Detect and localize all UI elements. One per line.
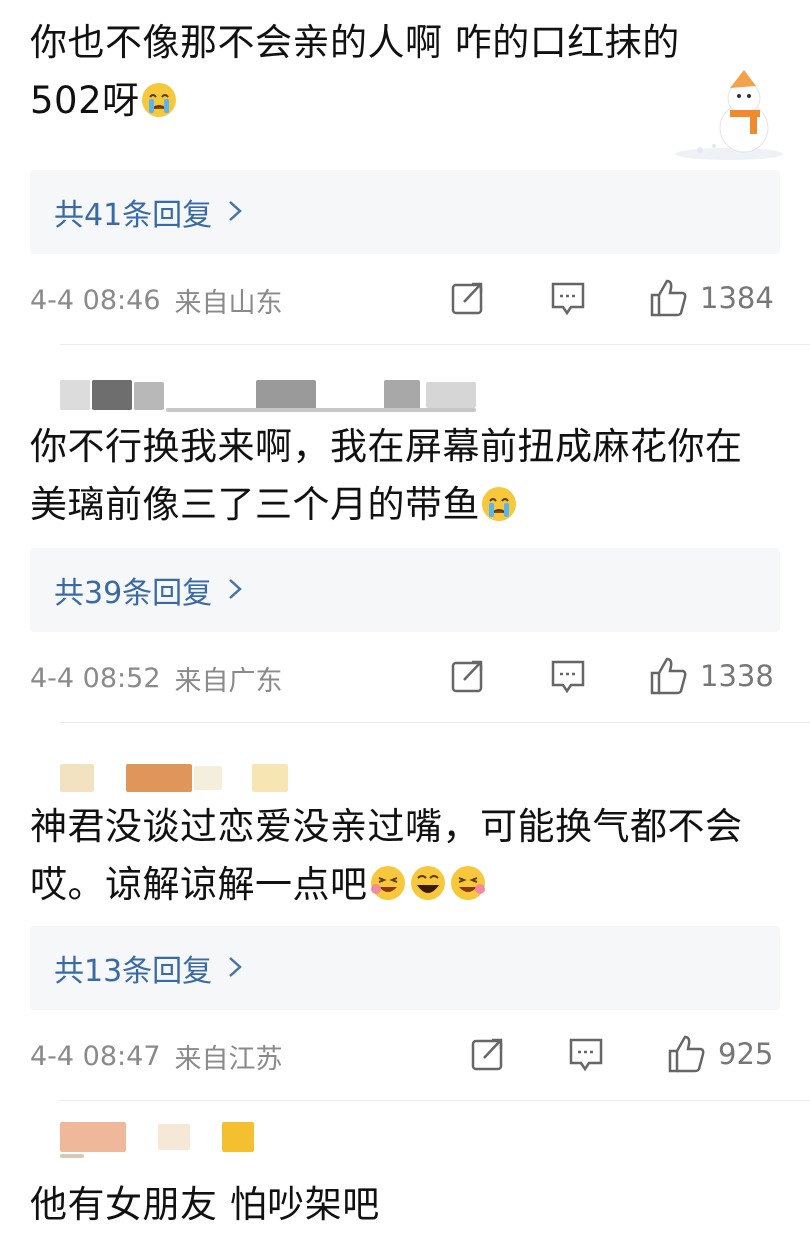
comment-text: 他有女朋友 怕吵架吧	[0, 1176, 810, 1234]
username-blurred	[30, 1118, 780, 1174]
crying-emoji-icon	[480, 482, 518, 540]
like-count: 925	[718, 1037, 774, 1071]
divider	[60, 344, 810, 345]
thumbs-up-icon	[650, 657, 687, 695]
divider	[60, 1100, 810, 1101]
comment-text-segment: 哎。谅解谅解一点吧	[30, 863, 368, 906]
thumbs-up-icon	[650, 279, 687, 317]
share-button[interactable]	[450, 280, 486, 316]
share-icon	[471, 1038, 503, 1071]
share-icon	[451, 660, 483, 693]
replies-link[interactable]: 共13条回复	[30, 926, 780, 1010]
comment-text-line: 你不行换我来啊，我在屏幕前扭成麻花你在	[30, 425, 743, 468]
chevron-right-icon	[228, 573, 243, 608]
chevron-right-icon	[228, 195, 243, 230]
divider	[60, 722, 810, 723]
chevron-right-icon	[228, 951, 243, 986]
replies-link[interactable]: 共39条回复	[30, 548, 780, 632]
thumbs-up-icon	[668, 1035, 705, 1073]
comment-button[interactable]	[550, 658, 586, 698]
comment-text: 神君没谈过恋爱没亲过嘴，可能换气都不会 哎。谅解谅解一点吧	[0, 798, 810, 920]
comment-text-segment: 美璃前像三了三个月的带鱼	[30, 483, 480, 526]
share-icon	[451, 282, 483, 315]
replies-label: 共13条回复	[54, 954, 213, 989]
comment-text-line: 你也不像那不会亲的人啊 咋的口红抹的	[30, 21, 680, 64]
comment-text-line: 美璃前像三了三个月的带鱼	[30, 476, 780, 540]
comment-text-line: 神君没谈过恋爱没亲过嘴，可能换气都不会	[30, 805, 743, 848]
comment-icon	[551, 660, 585, 694]
like-button[interactable]: 925	[666, 1034, 773, 1074]
laughing-emoji-icon	[408, 862, 448, 920]
comment-button[interactable]	[568, 1036, 604, 1076]
laughing-emoji-icon	[368, 862, 408, 920]
like-count: 1338	[700, 659, 774, 693]
comment-actions: 1338	[0, 638, 810, 718]
comment-icon	[551, 282, 585, 316]
laughing-emoji-icon	[448, 862, 488, 920]
comment-text-line: 哎。谅解谅解一点吧	[30, 856, 780, 920]
comment-icon	[569, 1038, 603, 1072]
replies-label: 共39条回复	[54, 576, 213, 611]
share-button[interactable]	[450, 658, 486, 698]
comment-button[interactable]	[550, 280, 586, 316]
share-button[interactable]	[470, 1036, 506, 1076]
replies-label: 共41条回复	[54, 198, 213, 233]
comment-actions: 1384	[0, 260, 810, 340]
crying-emoji-icon	[140, 78, 178, 136]
snowman-decoration-icon	[674, 70, 784, 164]
like-button[interactable]: 1338	[648, 656, 774, 696]
comment-text-line: 502呀	[30, 72, 780, 136]
comment-text: 你不行换我来啊，我在屏幕前扭成麻花你在 美璃前像三了三个月的带鱼	[0, 418, 810, 540]
comment-text-segment: 502呀	[30, 79, 140, 122]
comment-item: 你也不像那不会亲的人啊 咋的口红抹的 502呀	[0, 0, 810, 160]
comment-actions: 925	[0, 1016, 810, 1096]
replies-link[interactable]: 共41条回复	[30, 170, 780, 254]
like-button[interactable]: 1384	[648, 278, 774, 318]
like-count: 1384	[700, 281, 774, 315]
comment-text-line: 他有女朋友 怕吵架吧	[30, 1183, 380, 1226]
